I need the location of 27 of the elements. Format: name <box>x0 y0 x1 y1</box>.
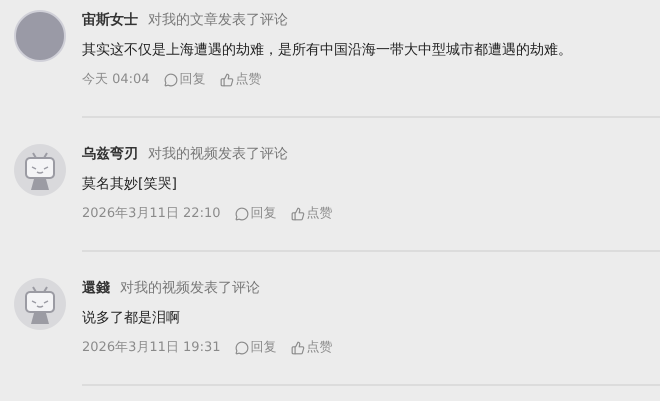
reply-icon <box>234 341 248 355</box>
reply-button[interactable]: 回复 <box>234 204 276 224</box>
thumbs-up-icon <box>220 73 234 87</box>
comment-text: 说多了都是泪啊 <box>82 309 181 328</box>
default-avatar <box>14 144 66 196</box>
like-button[interactable]: 点赞 <box>290 338 332 358</box>
user-name[interactable]: 宙斯女士 <box>82 10 138 30</box>
action-text: 对我的视频发表了评论 <box>120 278 260 298</box>
reply-icon <box>234 207 248 221</box>
default-avatar <box>14 278 66 330</box>
reply-button[interactable]: 回复 <box>164 70 206 90</box>
comment-time: 2026年3月11日 19:31 <box>82 339 220 358</box>
reply-button[interactable]: 回复 <box>234 338 276 358</box>
reply-icon <box>164 73 178 87</box>
comment-time: 今天 04:04 <box>82 71 150 90</box>
user-name[interactable]: 還錢 <box>82 278 110 298</box>
action-text: 对我的视频发表了评论 <box>148 144 288 164</box>
avatar-photo-placeholder <box>14 10 66 62</box>
thumbs-up-icon <box>290 341 304 355</box>
user-name[interactable]: 乌兹弯刃 <box>82 144 138 164</box>
action-text: 对我的文章发表了评论 <box>148 10 288 30</box>
thumbs-up-icon <box>290 207 304 221</box>
like-button[interactable]: 点赞 <box>290 204 332 224</box>
comment-time: 2026年3月11日 22:10 <box>82 205 220 224</box>
comment-text: 莫名其妙[笑哭] <box>82 175 178 194</box>
like-button[interactable]: 点赞 <box>220 70 262 90</box>
comment-text: 其实这不仅是上海遭遇的劫难，是所有中国沿海一带大中型城市都遭遇的劫难。 <box>82 41 573 60</box>
